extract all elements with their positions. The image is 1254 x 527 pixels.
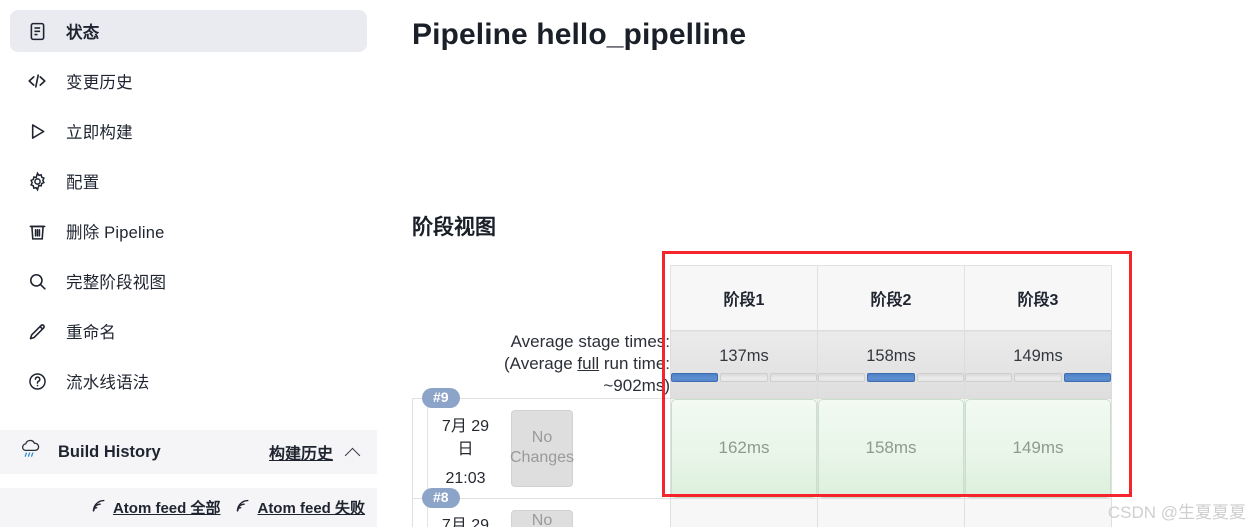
page-title: Pipeline hello_pipelline xyxy=(412,18,747,51)
run-stage-cell-2[interactable] xyxy=(817,497,965,527)
run-stage-cell-2[interactable]: 158ms xyxy=(817,397,965,499)
run-spacer xyxy=(573,499,670,527)
sidebar-item-build-now[interactable]: 立即构建 xyxy=(10,110,367,152)
full-underline: full xyxy=(577,353,600,373)
atom-feed-all[interactable]: Atom feed 全部 xyxy=(90,497,221,519)
rss-icon xyxy=(234,497,251,519)
bar-segment xyxy=(769,372,817,382)
stage-header-1: 阶段1 xyxy=(670,265,818,331)
sidebar-item-label: 流水线语法 xyxy=(66,374,150,392)
average-cell-stage-2: 158ms xyxy=(817,330,965,399)
stage-progress-bar xyxy=(818,372,964,382)
play-icon xyxy=(26,120,48,142)
average-line-1: Average stage times: xyxy=(510,331,670,351)
bar-segment xyxy=(1014,372,1062,382)
question-circle-icon xyxy=(26,370,48,392)
atom-feed-all-label: Atom feed 全部 xyxy=(112,500,221,517)
atom-feeds-row: Atom feed 全部 Atom feed 失败 xyxy=(0,488,377,527)
watermark: CSDN @生夏夏夏 xyxy=(1107,503,1246,522)
bar-segment xyxy=(671,372,719,382)
jenkins-pipeline-page: 状态 变更历史 立即构建 配置 删除 Pipeline 完整阶段视图 重命名 流… xyxy=(0,0,1254,527)
stage-header-3: 阶段3 xyxy=(964,265,1112,331)
run-date-line-2: 日 xyxy=(457,440,474,458)
sidebar-item-label: 变更历史 xyxy=(66,74,133,92)
run-timestamp: 7月 29 日 21:03 xyxy=(427,398,503,498)
bar-segment xyxy=(916,372,964,382)
code-brackets-icon xyxy=(26,70,48,92)
average-cell-stage-1: 137ms xyxy=(670,330,818,399)
run-time: 21:03 xyxy=(445,469,486,487)
trash-icon xyxy=(26,220,48,242)
run-spacer xyxy=(573,399,670,498)
sidebar: 状态 变更历史 立即构建 配置 删除 Pipeline 完整阶段视图 重命名 流… xyxy=(0,0,377,527)
chevron-up-icon[interactable] xyxy=(345,444,361,460)
gear-icon xyxy=(26,170,48,192)
stage-view-heading: 阶段视图 xyxy=(412,216,496,239)
average-duration: 158ms xyxy=(866,346,916,365)
sidebar-item-label: 完整阶段视图 xyxy=(66,274,167,292)
run-duration: 162ms xyxy=(671,398,817,498)
document-icon xyxy=(26,20,48,42)
build-history-title: Build History xyxy=(58,442,161,461)
run-stage-cell-3[interactable]: 149ms xyxy=(964,397,1112,499)
header-spacer xyxy=(413,266,671,331)
stage-progress-bar xyxy=(671,372,817,382)
stage-header-2: 阶段2 xyxy=(817,265,965,331)
sidebar-item-label: 重命名 xyxy=(66,324,117,342)
table-row[interactable]: #8 7月 29 No xyxy=(412,487,1112,527)
sidebar-item-rename[interactable]: 重命名 xyxy=(10,310,367,352)
stage-header-row: 阶段1 阶段2 阶段3 xyxy=(413,265,1112,331)
bar-segment xyxy=(1063,372,1111,382)
build-history-link[interactable]: 构建历史 xyxy=(269,440,333,464)
run-info-cell[interactable]: #8 7月 29 No xyxy=(412,487,671,527)
bar-segment xyxy=(867,372,915,382)
run-info-cell[interactable]: #9 7月 29 日 21:03 No Changes xyxy=(412,387,671,499)
sidebar-item-delete-pipeline[interactable]: 删除 Pipeline xyxy=(10,210,367,252)
sidebar-item-configure[interactable]: 配置 xyxy=(10,160,367,202)
bar-segment xyxy=(720,372,768,382)
sidebar-item-label: 状态 xyxy=(66,24,100,42)
sidebar-item-pipeline-syntax[interactable]: 流水线语法 xyxy=(10,360,367,402)
build-history-header[interactable]: Build History 构建历史 xyxy=(0,430,377,474)
sidebar-item-label: 配置 xyxy=(66,174,100,192)
weather-cloud-rain-icon xyxy=(18,437,44,468)
table-row[interactable]: #9 7月 29 日 21:03 No Changes 162ms 158ms … xyxy=(412,387,1112,499)
bar-segment xyxy=(818,372,866,382)
stage-view-table-wrapper: 阶段1 阶段2 阶段3 Average stage times: (Averag… xyxy=(412,265,1254,527)
run-duration: 158ms xyxy=(818,398,964,498)
average-duration: 149ms xyxy=(1013,346,1063,365)
main-content: Pipeline hello_pipelline 阶段视图 阶段1 阶段2 阶段… xyxy=(412,0,1254,527)
rss-icon xyxy=(90,497,107,519)
run-changes-badge[interactable]: No xyxy=(511,509,573,527)
sidebar-item-status[interactable]: 状态 xyxy=(10,10,367,52)
run-stage-cell-1[interactable]: 162ms xyxy=(670,397,818,499)
pencil-icon xyxy=(26,320,48,342)
sidebar-item-change-history[interactable]: 变更历史 xyxy=(10,60,367,102)
atom-feed-failed[interactable]: Atom feed 失败 xyxy=(234,497,365,519)
run-stage-cell-1[interactable] xyxy=(670,497,818,527)
sidebar-item-label: 立即构建 xyxy=(66,124,133,142)
stage-progress-bar xyxy=(965,372,1111,382)
sidebar-item-full-stage-view[interactable]: 完整阶段视图 xyxy=(10,260,367,302)
run-number-badge[interactable]: #9 xyxy=(422,387,460,409)
sidebar-item-label: 删除 Pipeline xyxy=(66,224,165,242)
average-row: Average stage times: (Average full run t… xyxy=(413,330,1112,399)
run-number-badge[interactable]: #8 xyxy=(422,487,460,509)
search-icon xyxy=(26,270,48,292)
atom-feed-failed-label: Atom feed 失败 xyxy=(257,500,365,517)
run-date-line-1: 7月 29 xyxy=(441,516,490,527)
stage-view-table: 阶段1 阶段2 阶段3 Average stage times: (Averag… xyxy=(412,265,1112,527)
run-stage-cell-3[interactable] xyxy=(964,497,1112,527)
average-cell-stage-3: 149ms xyxy=(964,330,1112,399)
average-line-2: (Average full run time: xyxy=(504,353,670,373)
bar-segment xyxy=(965,372,1013,382)
run-changes-badge[interactable]: No Changes xyxy=(510,409,574,487)
average-duration: 137ms xyxy=(719,346,769,365)
run-duration: 149ms xyxy=(965,398,1111,498)
run-date-line-1: 7月 29 xyxy=(441,417,490,435)
